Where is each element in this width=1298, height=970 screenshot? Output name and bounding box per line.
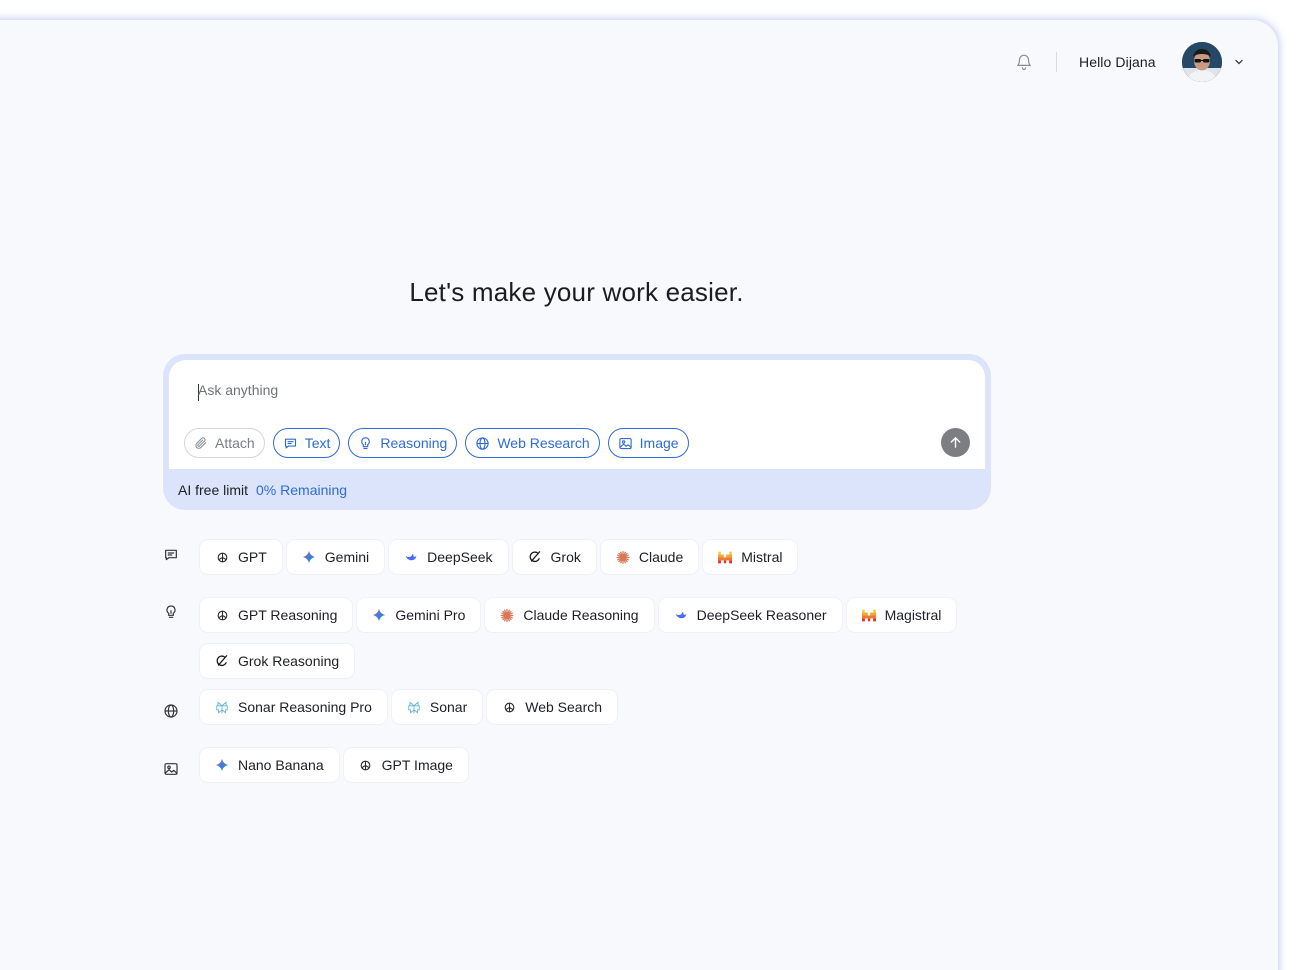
model-label: Sonar [429, 699, 468, 715]
web-research-mode-label: Web Research [497, 435, 590, 451]
deepseek-whale-icon [404, 550, 418, 564]
model-web-search[interactable]: Web Search [487, 690, 618, 724]
globe-icon [164, 704, 178, 718]
image-icon [164, 763, 178, 775]
model-gemini[interactable]: Gemini [286, 540, 385, 574]
image-models: Nano Banana GPT Image [200, 748, 960, 782]
model-magistral[interactable]: Magistral [846, 598, 957, 632]
model-claude[interactable]: Claude [600, 540, 699, 574]
model-label: GPT Image [381, 757, 453, 773]
mistral-icon [861, 608, 876, 622]
gemini-sparkle-icon [302, 550, 316, 564]
text-mode-button[interactable]: Text [272, 428, 341, 458]
attach-label: Attach [215, 435, 255, 451]
header-divider [1056, 52, 1057, 72]
mistral-icon [718, 550, 733, 564]
model-grok-reasoning[interactable]: Grok Reasoning [200, 644, 355, 678]
reasoning-mode-button[interactable]: Reasoning [348, 428, 458, 458]
claude-burst-icon [616, 550, 630, 564]
openai-icon [215, 550, 229, 564]
model-label: DeepSeek [427, 549, 493, 565]
chat-icon [284, 438, 296, 448]
openai-icon [359, 758, 373, 772]
page-title: Let's make your work easier. [409, 277, 744, 307]
openai-icon [215, 608, 229, 622]
model-label: GPT [238, 549, 267, 565]
model-label: DeepSeek Reasoner [696, 607, 827, 623]
composer-box: Attach Text Reasoning Web Research Image [169, 360, 985, 469]
model-claude-reasoning[interactable]: Claude Reasoning [485, 598, 654, 632]
limit-value: 0% Remaining [256, 481, 348, 498]
gemini-sparkle-icon [215, 758, 229, 772]
model-label: GPT Reasoning [238, 607, 338, 623]
reasoning-mode-label: Reasoning [380, 435, 448, 451]
model-label: Grok Reasoning [238, 653, 340, 669]
model-nano-banana[interactable]: Nano Banana [200, 748, 339, 782]
grok-icon [215, 654, 229, 668]
model-gpt-image[interactable]: GPT Image [343, 748, 468, 782]
top-bar: Hello Dijana [1008, 42, 1248, 82]
model-deepseek-reasoner[interactable]: DeepSeek Reasoner [658, 598, 842, 632]
paperclip-icon [195, 437, 207, 449]
model-gpt-reasoning[interactable]: GPT Reasoning [200, 598, 353, 632]
avatar[interactable] [1181, 42, 1222, 82]
chat-icon [165, 549, 177, 561]
model-sonar-reasoning-pro[interactable]: Sonar Reasoning Pro [200, 690, 387, 724]
model-label: Claude Reasoning [523, 607, 639, 623]
model-label: Grok [550, 549, 581, 565]
lightbulb-icon [361, 436, 371, 449]
model-mistral[interactable]: Mistral [703, 540, 798, 574]
model-gemini-pro[interactable]: Gemini Pro [357, 598, 481, 632]
reasoning-models: GPT Reasoning Gemini Pro Claude Reasonin… [200, 598, 960, 678]
lightbulb-icon [166, 605, 176, 618]
text-models: GPT Gemini DeepSeek Grok Claude Mistral [200, 540, 960, 574]
perplexity-icon [407, 700, 421, 714]
openai-icon [502, 700, 516, 714]
model-grok[interactable]: Grok [512, 540, 596, 574]
model-label: Mistral [741, 549, 783, 565]
attach-button[interactable]: Attach [184, 428, 265, 458]
web-research-mode-button[interactable]: Web Research [465, 428, 600, 458]
model-label: Gemini Pro [395, 607, 466, 623]
image-icon [618, 437, 632, 449]
limit-label: AI free limit [178, 481, 249, 498]
model-label: Nano Banana [238, 757, 324, 773]
ask-input[interactable] [198, 382, 898, 398]
globe-icon [476, 436, 490, 450]
model-label: Magistral [884, 607, 942, 623]
model-deepseek[interactable]: DeepSeek [389, 540, 508, 574]
gemini-sparkle-icon [372, 608, 386, 622]
arrow-up-icon [950, 437, 961, 448]
web-models: Sonar Reasoning Pro Sonar Web Search [200, 690, 960, 724]
claude-burst-icon [500, 608, 514, 622]
model-label: Claude [638, 549, 684, 565]
grok-icon [528, 550, 542, 564]
send-button[interactable] [941, 428, 970, 457]
model-gpt[interactable]: GPT [200, 540, 282, 574]
chevron-down-icon[interactable] [1234, 55, 1248, 69]
model-label: Web Search [525, 699, 603, 715]
deepseek-whale-icon [674, 608, 688, 622]
user-greeting: Hello Dijana [1079, 54, 1156, 70]
mode-chips: Attach Text Reasoning Web Research Image [184, 428, 689, 458]
image-mode-label: Image [639, 435, 679, 451]
notification-bell-icon[interactable] [1008, 46, 1040, 78]
image-mode-button[interactable]: Image [607, 428, 689, 458]
composer: Attach Text Reasoning Web Research Image [163, 354, 991, 510]
perplexity-icon [215, 700, 229, 714]
text-mode-label: Text [304, 435, 331, 451]
model-label: Sonar Reasoning Pro [238, 699, 372, 715]
model-sonar[interactable]: Sonar [391, 690, 483, 724]
usage-limit-bar: AI free limit 0% Remaining [169, 469, 985, 510]
model-label: Gemini [324, 549, 370, 565]
